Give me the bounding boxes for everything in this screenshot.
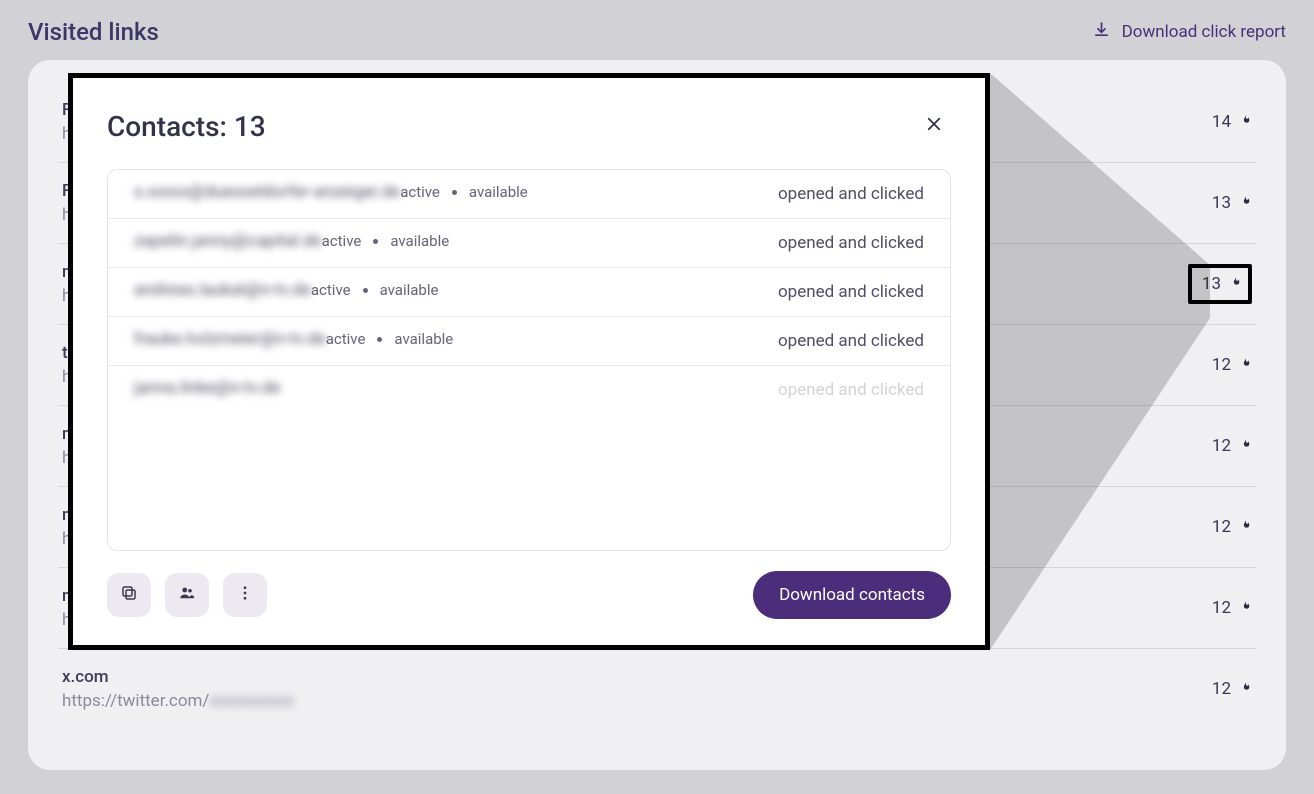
flame-icon xyxy=(1239,113,1252,132)
contact-meta: activeavailable xyxy=(326,330,454,348)
contact-row[interactable]: andreas.laukat@n-tv.deactiveavailable ope… xyxy=(108,268,950,317)
download-report-label: Download click report xyxy=(1122,22,1286,42)
contact-action: opened and clicked xyxy=(778,184,924,204)
download-icon xyxy=(1093,21,1110,43)
page-title: Visited links xyxy=(28,18,159,46)
flame-icon xyxy=(1239,518,1252,537)
contact-email: s.xxxxx@duesseldorfer-anzeiger.de xyxy=(134,182,400,202)
download-report-link[interactable]: Download click report xyxy=(1093,21,1286,43)
contact-action: opened and clicked xyxy=(778,331,924,351)
contact-email: janna.linke@n-tv.de xyxy=(134,378,280,398)
modal-title: Contacts: 13 xyxy=(107,110,266,143)
contact-action: opened and clicked xyxy=(778,233,924,253)
contact-row[interactable]: frauke.holzmeier@n-tv.deactiveavailable o… xyxy=(108,317,950,366)
contact-action: opened and clicked xyxy=(778,380,924,400)
flame-icon xyxy=(1239,437,1252,456)
link-count[interactable]: 13 xyxy=(1212,193,1252,213)
link-count[interactable]: 12 xyxy=(1212,517,1252,537)
contact-email: andreas.laukat@n-tv.de xyxy=(134,280,311,300)
contact-row[interactable]: janna.linke@n-tv.de opened and clicked xyxy=(108,366,950,402)
contact-meta: activeavailable xyxy=(311,281,439,299)
contact-meta: activeavailable xyxy=(400,183,528,201)
link-count[interactable]: 14 xyxy=(1212,112,1252,132)
link-row[interactable]: x.com https://twitter.com/xxxxxxxxxx 12 xyxy=(58,649,1256,729)
link-count[interactable]: 12 xyxy=(1212,355,1252,375)
more-button[interactable] xyxy=(223,573,267,617)
copy-icon xyxy=(120,584,138,606)
flame-icon xyxy=(1239,356,1252,375)
users-icon xyxy=(178,584,196,606)
contacts-modal: Contacts: 13 s.xxxxx@duesseldorfer-anzei… xyxy=(68,73,990,650)
link-domain: x.com xyxy=(62,667,294,687)
contact-list[interactable]: s.xxxxx@duesseldorfer-anzeiger.deactivea… xyxy=(107,169,951,551)
link-count[interactable]: 13 xyxy=(1188,264,1252,304)
contact-row[interactable]: s.xxxxx@duesseldorfer-anzeiger.deactivea… xyxy=(108,170,950,219)
copy-button[interactable] xyxy=(107,573,151,617)
flame-icon xyxy=(1229,275,1242,294)
contact-email: frauke.holzmeier@n-tv.de xyxy=(134,329,326,349)
link-count[interactable]: 12 xyxy=(1212,679,1252,699)
contact-row[interactable]: zapelin.janny@capital.deactiveavailable o… xyxy=(108,219,950,268)
contact-meta: activeavailable xyxy=(322,232,450,250)
contact-email: zapelin.janny@capital.de xyxy=(134,231,322,251)
flame-icon xyxy=(1239,599,1252,618)
link-count[interactable]: 12 xyxy=(1212,436,1252,456)
group-button[interactable] xyxy=(165,573,209,617)
contact-action: opened and clicked xyxy=(778,282,924,302)
download-contacts-button[interactable]: Download contacts xyxy=(753,571,951,619)
link-url: https://twitter.com/xxxxxxxxxx xyxy=(62,691,294,711)
more-vertical-icon xyxy=(236,584,254,606)
flame-icon xyxy=(1239,680,1252,699)
flame-icon xyxy=(1239,194,1252,213)
close-icon[interactable] xyxy=(917,110,951,143)
link-count[interactable]: 12 xyxy=(1212,598,1252,618)
